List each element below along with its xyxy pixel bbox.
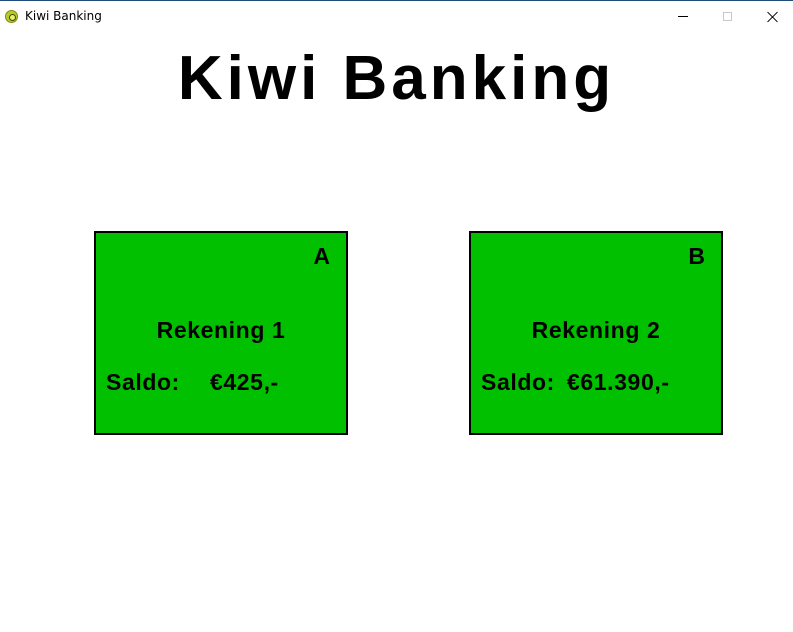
balance-label: Saldo: [481,369,555,395]
window-title: Kiwi Banking [25,9,102,23]
kiwi-app-icon [5,10,18,23]
account-letter: B [688,243,705,269]
app-window: Kiwi Banking Kiwi Banking A Rekening 1 S… [0,0,793,632]
account-letter: A [313,243,330,269]
maximize-icon [723,12,732,21]
account-name: Rekening 1 [156,317,286,343]
minimize-button[interactable] [660,1,705,32]
account-card-a[interactable]: A Rekening 1 Saldo: €425,- [94,231,348,435]
balance-label: Saldo: [106,369,180,395]
balance-row: Saldo: €425,- [106,369,279,396]
page-title: Kiwi Banking [177,44,616,113]
minimize-icon [677,16,688,17]
close-icon [767,11,779,23]
account-name: Rekening 2 [531,317,661,343]
account-card-b[interactable]: B Rekening 2 Saldo: €61.390,- [469,231,723,435]
balance-row: Saldo: €61.390,- [481,369,670,396]
balance-value: €61.390,- [567,369,670,395]
maximize-button[interactable] [705,1,750,32]
title-bar[interactable]: Kiwi Banking [0,1,793,32]
close-button[interactable] [750,1,793,32]
balance-value: €425,- [210,369,279,395]
